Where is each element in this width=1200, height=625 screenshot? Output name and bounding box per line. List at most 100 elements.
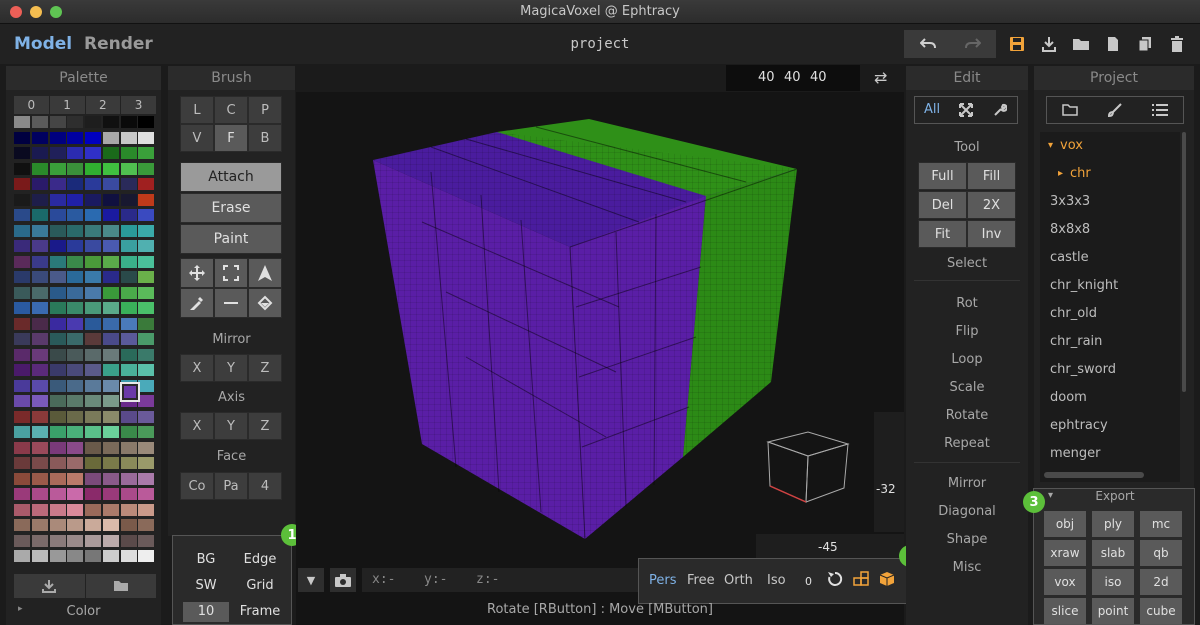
palette-swatch[interactable]	[138, 302, 155, 314]
palette-swatch[interactable]	[138, 271, 155, 283]
dim-z[interactable]: 40	[810, 70, 827, 85]
palette-swatch[interactable]	[138, 209, 155, 221]
palette-swatch[interactable]	[49, 457, 66, 469]
export-xraw-button[interactable]: xraw	[1044, 540, 1086, 566]
palette-swatch[interactable]	[85, 519, 101, 531]
palette-swatch[interactable]	[85, 472, 101, 485]
export-slice-button[interactable]: slice	[1044, 598, 1086, 624]
op-scale[interactable]: Scale	[906, 380, 1028, 395]
palette-swatch[interactable]	[67, 317, 84, 330]
tree-item-chr-old[interactable]: chr_old	[1050, 306, 1097, 321]
palette-swatch[interactable]	[85, 379, 101, 392]
tree-folder-vox[interactable]: vox	[1060, 138, 1083, 153]
palette-swatch[interactable]	[67, 534, 84, 547]
palette-swatch[interactable]	[138, 364, 155, 376]
palette-swatch[interactable]	[31, 441, 48, 454]
export-vox-button[interactable]: vox	[1044, 569, 1086, 595]
palette-swatch[interactable]	[85, 426, 101, 438]
face-4-button[interactable]: 4	[248, 472, 282, 500]
palette-swatch[interactable]	[120, 317, 137, 330]
palette-swatch[interactable]	[14, 317, 30, 330]
palette-swatch[interactable]	[31, 147, 48, 159]
palette-swatch[interactable]	[49, 488, 66, 500]
palette-swatch[interactable]	[67, 488, 84, 500]
palette-tab-2[interactable]: 2	[85, 96, 121, 114]
palette-swatch[interactable]	[14, 271, 30, 283]
palette-swatch[interactable]	[102, 116, 119, 128]
palette-swatch[interactable]	[102, 255, 119, 268]
palette-swatch[interactable]	[14, 131, 30, 144]
dim-y[interactable]: 40	[784, 70, 801, 85]
palette-swatch[interactable]	[49, 379, 66, 392]
palette-swatch[interactable]	[102, 519, 119, 531]
palette-swatch[interactable]	[14, 193, 30, 206]
palette-swatch[interactable]	[14, 457, 30, 469]
trash-icon[interactable]	[1162, 30, 1192, 58]
op-repeat[interactable]: Repeat	[906, 436, 1028, 451]
open-folder-icon[interactable]	[1066, 30, 1096, 58]
palette-swatch[interactable]	[102, 131, 119, 144]
tree-item-doom[interactable]: doom	[1050, 390, 1087, 405]
orientation-gizmo[interactable]	[760, 428, 856, 504]
palette-swatch[interactable]	[138, 224, 155, 237]
palette-swatch[interactable]	[138, 286, 155, 299]
palette-swatch[interactable]	[49, 147, 66, 159]
palette-swatch[interactable]	[49, 395, 66, 407]
palette-swatch[interactable]	[67, 503, 84, 516]
palette-swatch[interactable]	[138, 240, 155, 252]
palette-swatch[interactable]	[120, 193, 137, 206]
camera-free[interactable]: Free	[687, 573, 715, 588]
palette-swatch[interactable]	[49, 534, 66, 547]
palette-swatch[interactable]	[14, 441, 30, 454]
palette-swatch[interactable]	[31, 457, 48, 469]
palette-swatch[interactable]	[120, 178, 137, 190]
pointer-icon[interactable]	[248, 258, 282, 288]
erase-button[interactable]: Erase	[180, 193, 282, 223]
palette-swatch[interactable]	[102, 333, 119, 345]
palette-swatch[interactable]	[49, 255, 66, 268]
palette-swatch[interactable]	[138, 255, 155, 268]
palette-swatch[interactable]	[14, 255, 30, 268]
palette-swatch[interactable]	[102, 364, 119, 376]
palette-swatch[interactable]	[120, 240, 137, 252]
palette-swatch[interactable]	[49, 116, 66, 128]
op-rotate[interactable]: Rotate	[906, 408, 1028, 423]
palette-swatch[interactable]	[14, 209, 30, 221]
palette-swatch[interactable]	[49, 503, 66, 516]
tool-2x-button[interactable]: 2X	[967, 191, 1016, 219]
edge-toggle[interactable]: Edge	[235, 552, 285, 567]
collapse-arrow-icon[interactable]: ▾	[1048, 140, 1053, 151]
palette-swatch[interactable]	[14, 364, 30, 376]
folder-icon[interactable]	[1047, 97, 1092, 123]
mirror-x-button[interactable]: X	[180, 354, 214, 382]
palette-swatch[interactable]	[138, 162, 155, 175]
palette-swatch[interactable]	[120, 147, 137, 159]
palette-swatch[interactable]	[31, 317, 48, 330]
palette-swatch[interactable]	[14, 410, 30, 423]
palette-tab-1[interactable]: 1	[49, 96, 85, 114]
palette-swatch[interactable]	[120, 426, 137, 438]
palette-swatch[interactable]	[49, 209, 66, 221]
palette-swatch[interactable]	[49, 519, 66, 531]
palette-swatch[interactable]	[31, 488, 48, 500]
palette-swatch[interactable]	[102, 178, 119, 190]
new-file-icon[interactable]	[1098, 30, 1128, 58]
palette-swatch[interactable]	[85, 488, 101, 500]
palette-swatch[interactable]	[120, 116, 137, 128]
undo-icon[interactable]	[913, 30, 943, 58]
palette-swatch[interactable]	[14, 348, 30, 361]
export-2d-button[interactable]: 2d	[1140, 569, 1182, 595]
export-iso-button[interactable]: iso	[1092, 569, 1134, 595]
tool-fit-button[interactable]: Fit	[918, 220, 967, 248]
palette-swatch[interactable]	[31, 379, 48, 392]
mirror-y-button[interactable]: Y	[214, 354, 248, 382]
mirror-z-button[interactable]: Z	[248, 354, 282, 382]
palette-swatch[interactable]	[85, 534, 101, 547]
palette-swatch[interactable]	[138, 503, 155, 516]
dropdown-icon[interactable]: ▼	[298, 568, 324, 592]
palette-swatch[interactable]	[102, 348, 119, 361]
palette-swatch[interactable]	[120, 255, 137, 268]
palette-swatch[interactable]	[49, 178, 66, 190]
palette-swatch[interactable]	[14, 426, 30, 438]
select-label[interactable]: Select	[906, 256, 1028, 271]
